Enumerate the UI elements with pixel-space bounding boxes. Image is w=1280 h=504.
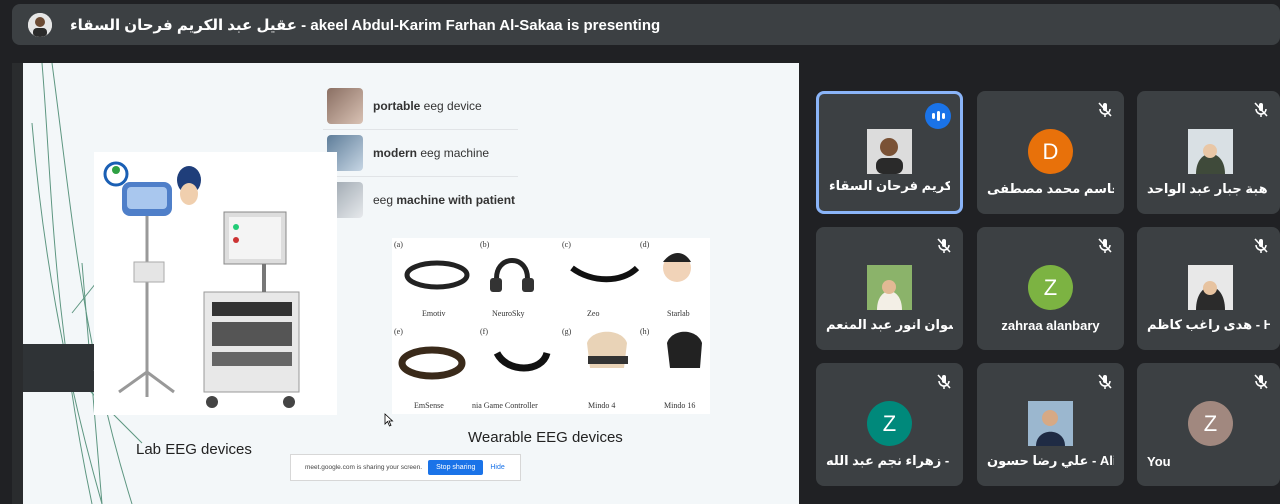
svg-text:(d): (d) [640,240,650,249]
shared-screen: 3 portable eeg device modern eeg machine… [12,63,799,504]
slide-page-number: 3 [23,344,103,392]
mic-off-icon [1098,102,1112,117]
avatar [867,129,912,174]
participant-tile[interactable]: Z زهراء نجم عبد الله - Z... [816,363,963,486]
result-label: portable eeg device [373,99,482,113]
mic-off-icon [1254,102,1268,117]
mic-off-icon [937,374,951,389]
result-label: modern eeg machine [373,146,490,160]
presenting-bar: عقيل عبد الكريم فرحان السقاء - akeel Abd… [12,4,1280,45]
search-result-item: eeg machine with patient [323,177,518,223]
lab-eeg-caption: Lab EEG devices [136,441,252,458]
svg-text:(f): (f) [480,327,488,336]
screen-sharing-bar: meet.google.com is sharing your screen. … [290,454,521,481]
participant-name: zahraa alanbary [1001,318,1100,333]
wearable-eeg-image: (a) (b) (c) (d) (e) (f) (g) (h) Emotiv N… [392,238,710,414]
svg-text:(h): (h) [640,327,650,336]
sharing-message: meet.google.com is sharing your screen. [305,464,423,471]
stop-sharing-button[interactable]: Stop sharing [428,460,484,475]
svg-text:nia Game Controller: nia Game Controller [472,401,538,410]
mic-off-icon [1254,238,1268,253]
svg-text:(b): (b) [480,240,490,249]
result-thumbnail [327,88,363,124]
participant-name: علي رضا حسون - Ali... [987,453,1114,468]
result-label: eeg machine with patient [373,193,516,207]
mic-off-icon [1254,374,1268,389]
avatar: Z [1188,401,1233,446]
avatar: Z [867,401,912,446]
participant-tile[interactable]: علي رضا حسون - Ali... [977,363,1124,486]
search-result-item: modern eeg machine [323,130,518,177]
mouse-cursor-icon [384,413,394,427]
participant-name: هدى راغب كاظم - Hu... [1147,317,1270,332]
participant-tile[interactable]: هبة جبار عبد الواحد - ... [1137,91,1280,214]
mic-off-icon [1098,374,1112,389]
participant-name: عبد الكريم فرحان السقاء... [829,178,950,193]
svg-text:Zeo: Zeo [587,309,599,318]
avatar: Z [1028,265,1073,310]
avatar [867,265,912,310]
svg-text:(e): (e) [394,327,403,336]
participant-name: زهراء نجم عبد الله - Z... [826,453,953,468]
participant-name: هبة جبار عبد الواحد - ... [1147,181,1270,196]
svg-text:Mindo 16: Mindo 16 [664,401,695,410]
avatar: D [1028,129,1073,174]
svg-text:EmSense: EmSense [414,401,444,410]
svg-text:(g): (g) [562,327,572,336]
presenting-text: عقيل عبد الكريم فرحان السقاء - akeel Abd… [70,16,661,34]
mic-off-icon [1098,238,1112,253]
svg-text:(a): (a) [394,240,403,249]
participant-tile[interactable]: اشوان انور عبد المنعم -... [816,227,963,350]
participant-name: You [1147,454,1171,469]
speaking-indicator-icon [925,103,951,129]
participant-tile-self[interactable]: Z You [1137,363,1280,486]
participant-tile-presenter[interactable]: عبد الكريم فرحان السقاء... [816,91,963,214]
svg-text:(c): (c) [562,240,571,249]
avatar [1188,129,1233,174]
svg-text:NeuroSky: NeuroSky [492,309,524,318]
hide-button[interactable]: Hide [490,464,504,471]
presenter-avatar [28,12,52,37]
image-search-results: portable eeg device modern eeg machine e… [323,83,518,223]
svg-text:Starlab: Starlab [667,309,690,318]
search-result-item: portable eeg device [323,83,518,130]
participant-tile[interactable]: Z zahraa alanbary [977,227,1124,350]
participant-name: دنيا جاسم محمد مصطفى... [987,181,1114,196]
wearable-eeg-caption: Wearable EEG devices [468,429,623,446]
svg-text:Mindo 4: Mindo 4 [588,401,615,410]
participant-tile[interactable]: هدى راغب كاظم - Hu... [1137,227,1280,350]
avatar [1188,265,1233,310]
lab-eeg-image [94,152,337,415]
participant-tile[interactable]: D دنيا جاسم محمد مصطفى... [977,91,1124,214]
mic-off-icon [937,238,951,253]
svg-text:Emotiv: Emotiv [422,309,446,318]
avatar [1028,401,1073,446]
participant-name: اشوان انور عبد المنعم -... [826,317,953,332]
